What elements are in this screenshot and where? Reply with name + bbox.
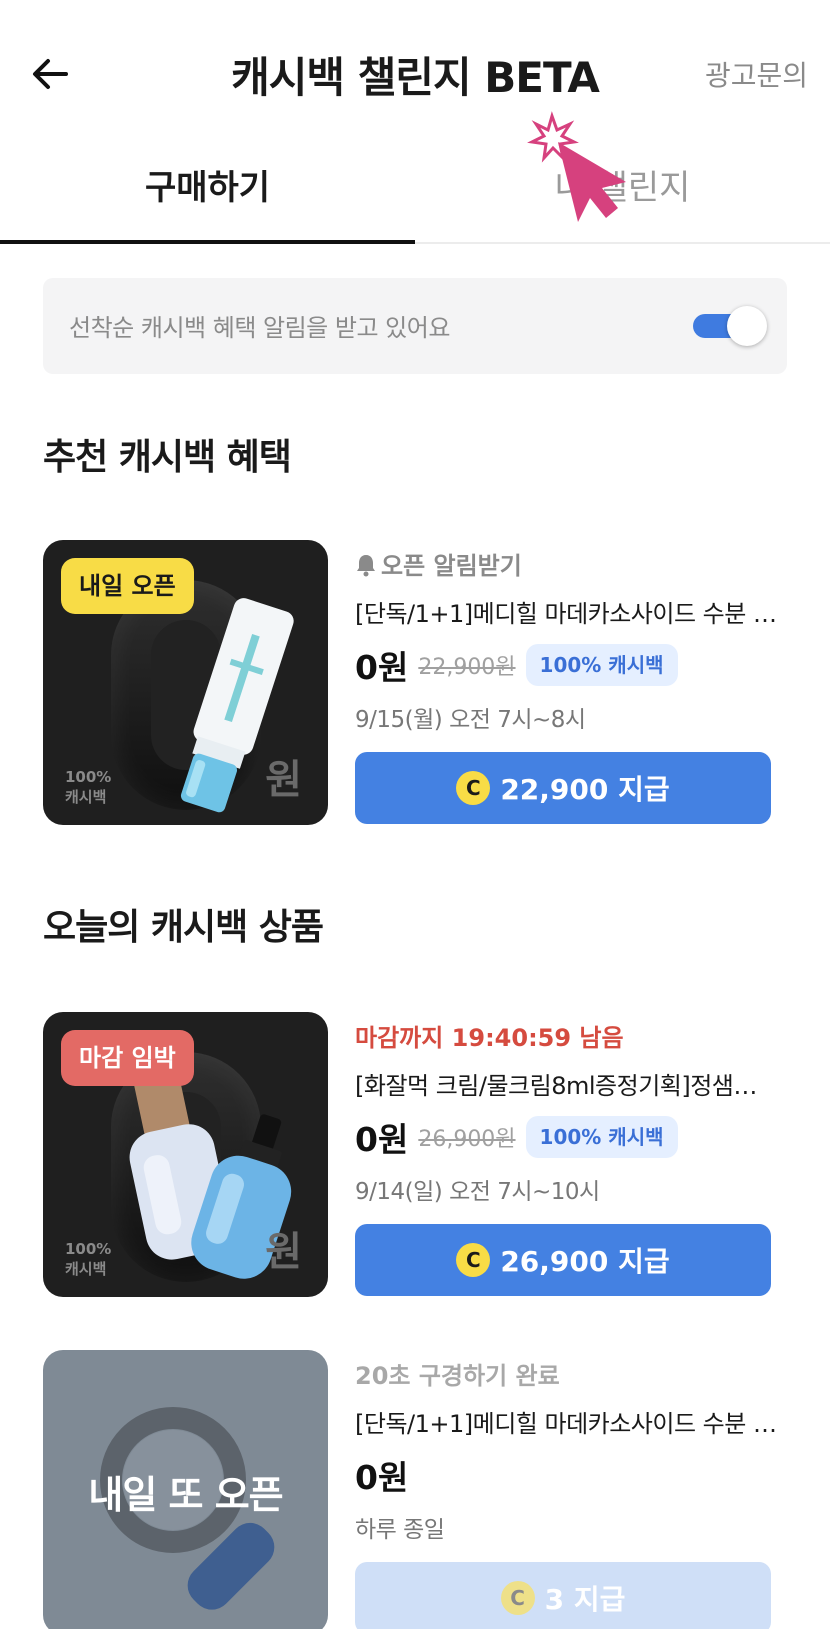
sale-price: 0원 <box>355 1120 409 1159</box>
product-card: 마감 임박 100% 캐시백 원 마감까지 19:40:59 남음 [화잘먹 크… <box>43 1012 829 1302</box>
section-title-recommended: 추천 캐시백 혜택 <box>43 437 292 478</box>
notification-toggle[interactable] <box>693 306 767 346</box>
thumbnail-cashback-label: 100% 캐시백 <box>65 1240 112 1278</box>
open-alert-link[interactable]: 오픈 알림받기 <box>355 546 522 583</box>
ad-inquiry-link[interactable]: 광고문의 <box>705 54 808 94</box>
sale-price: 0원 <box>355 648 409 687</box>
product-name[interactable]: [단독/1+1]메디힐 마데카소사이드 수분 … <box>355 594 829 629</box>
coin-icon: C <box>456 771 491 805</box>
cashback-tag: 100% 캐시백 <box>525 1116 678 1158</box>
cashback-pay-label: 22,900 지급 <box>500 773 670 806</box>
open-tomorrow-badge: 내일 오픈 <box>61 558 194 614</box>
browse-complete-status: 20초 구경하기 완료 <box>355 1362 560 1390</box>
sale-price: 0원 <box>355 1458 409 1497</box>
cashback-tag: 100% 캐시백 <box>525 644 678 686</box>
header: 캐시백 챌린지 BETA 광고문의 <box>0 0 830 150</box>
product-thumbnail[interactable]: 내일 또 오픈 <box>43 1350 328 1629</box>
product-card: 내일 또 오픈 20초 구경하기 완료 [단독/1+1]메디힐 마데카소사이드 … <box>43 1350 829 1629</box>
cashback-pay-button[interactable]: C 26,900 지급 <box>355 1224 771 1296</box>
closing-soon-badge: 마감 임박 <box>61 1030 194 1086</box>
product-thumbnail[interactable]: 마감 임박 100% 캐시백 원 <box>43 1012 328 1297</box>
product-thumbnail[interactable]: 내일 오픈 100% 캐시백 원 <box>43 540 328 825</box>
open-schedule: 하루 종일 <box>355 1517 445 1543</box>
open-schedule: 9/15(월) 오전 7시~8시 <box>355 707 586 733</box>
cashback-pay-button[interactable]: C 3 지급 <box>355 1562 771 1629</box>
tab-purchase[interactable]: 구매하기 <box>0 150 415 244</box>
notification-text: 선착순 캐시백 혜택 알림을 받고 있어요 <box>69 314 450 342</box>
open-schedule: 9/14(일) 오전 7시~10시 <box>355 1179 600 1205</box>
tab-bar: 구매하기 내 챌린지 <box>0 150 830 244</box>
section-title-today: 오늘의 캐시백 상품 <box>43 907 324 948</box>
tab-active-indicator <box>0 240 415 244</box>
original-price: 26,900원 <box>418 1127 516 1152</box>
thumbnail-cashback-label: 100% 캐시백 <box>65 768 112 806</box>
thumbnail-won-label: 원 <box>265 1229 302 1275</box>
cashback-pay-button[interactable]: C 22,900 지급 <box>355 752 771 824</box>
toggle-knob <box>727 306 767 346</box>
cashback-pay-label: 3 지급 <box>544 1583 626 1616</box>
product-card: 내일 오픈 100% 캐시백 원 오픈 알림받기 [단독/1+1]메디힐 마데카… <box>43 540 829 830</box>
deadline-countdown: 마감까지 19:40:59 남음 <box>355 1024 624 1052</box>
thumbnail-won-label: 원 <box>265 757 302 803</box>
product-name[interactable]: [단독/1+1]메디힐 마데카소사이드 수분 … <box>355 1404 829 1439</box>
price-row: 0원 26,900원 100% 캐시백 <box>355 1114 678 1160</box>
tab-my-challenge[interactable]: 내 챌린지 <box>415 150 830 244</box>
price-row: 0원 <box>355 1452 408 1498</box>
original-price: 22,900원 <box>418 655 516 680</box>
product-name[interactable]: [화잘먹 크림/물크림8ml증정기획]정샘… <box>355 1066 829 1101</box>
reopen-tomorrow-label: 내일 또 오픈 <box>88 1473 283 1517</box>
bell-icon <box>355 553 377 583</box>
notification-banner: 선착순 캐시백 혜택 알림을 받고 있어요 <box>43 278 787 374</box>
coin-icon: C <box>456 1243 491 1277</box>
price-row: 0원 22,900원 100% 캐시백 <box>355 642 678 688</box>
coin-icon: C <box>500 1581 535 1615</box>
cashback-pay-label: 26,900 지급 <box>500 1245 670 1278</box>
